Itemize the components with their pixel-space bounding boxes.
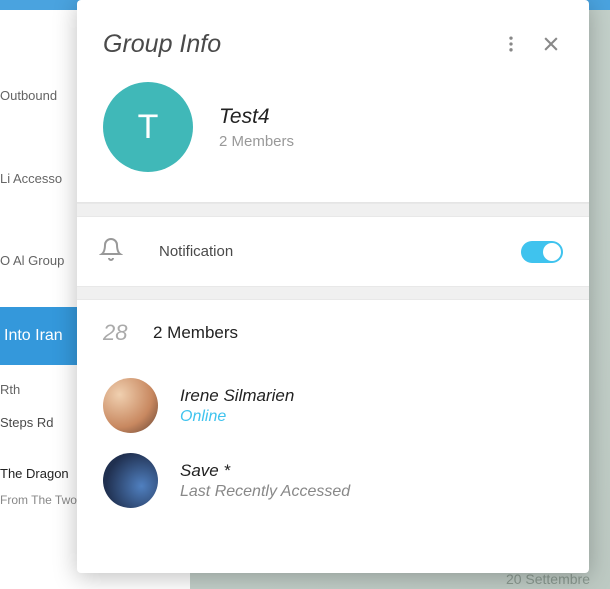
member-name: Irene Silmarien	[180, 386, 294, 406]
close-button[interactable]	[531, 24, 571, 64]
sidebar-item: Rth	[0, 382, 20, 397]
sidebar-item-active: Into Iran	[0, 307, 78, 365]
sidebar-item-sub: From The Two	[0, 493, 77, 507]
member-status: Last Recently Accessed	[180, 483, 350, 501]
members-header-number: 28	[103, 320, 153, 346]
sidebar-item: Li Accesso	[0, 171, 62, 186]
sidebar-item: Outbound	[0, 88, 57, 103]
group-name: Test4	[219, 105, 294, 129]
member-name: Save *	[180, 461, 350, 481]
group-avatar[interactable]: T	[103, 82, 193, 172]
group-info-modal: Group Info T Test4 2 Members Notificatio…	[77, 0, 589, 573]
modal-header: Group Info	[77, 0, 589, 72]
bell-icon	[99, 237, 123, 266]
notification-label: Notification	[159, 243, 521, 260]
sidebar-item: The Dragon	[0, 466, 69, 481]
members-header-label: 2 Members	[153, 323, 238, 343]
section-gap	[77, 203, 589, 217]
group-summary: T Test4 2 Members	[77, 72, 589, 203]
toggle-knob	[543, 243, 561, 261]
sidebar-item: O Al Group	[0, 253, 64, 268]
member-avatar	[103, 453, 158, 508]
close-icon	[541, 34, 561, 54]
more-vertical-icon	[501, 34, 521, 54]
more-options-button[interactable]	[491, 24, 531, 64]
sidebar-item: Steps Rd	[0, 415, 53, 430]
group-member-count: 2 Members	[219, 133, 294, 150]
section-gap	[77, 286, 589, 300]
notification-toggle[interactable]	[521, 241, 563, 263]
bg-date-label: 20 Settembre	[506, 571, 590, 587]
notification-row: Notification	[77, 217, 589, 286]
member-row[interactable]: Save * Last Recently Accessed	[103, 443, 563, 518]
members-section: 28 2 Members Irene Silmarien Online Save…	[77, 300, 589, 528]
modal-title: Group Info	[103, 30, 491, 59]
members-header: 28 2 Members	[103, 320, 563, 346]
member-avatar	[103, 378, 158, 433]
member-status: Online	[180, 408, 294, 426]
member-row[interactable]: Irene Silmarien Online	[103, 368, 563, 443]
